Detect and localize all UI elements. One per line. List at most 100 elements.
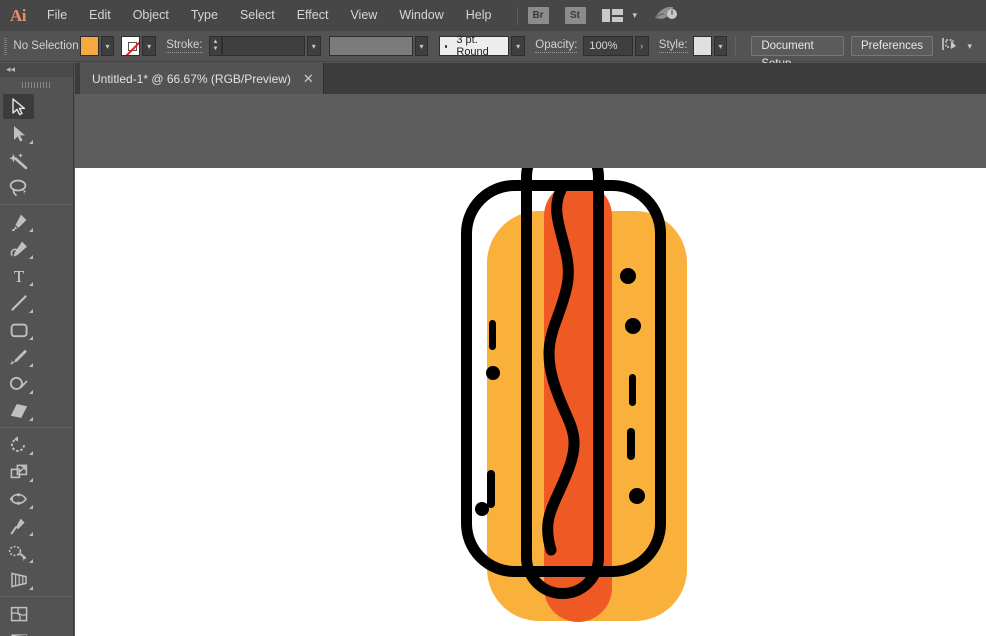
flyout-indicator xyxy=(29,586,33,590)
tools-grid: T xyxy=(0,93,73,636)
fill-swatch-dropdown[interactable]: ▾ xyxy=(101,36,115,56)
perspective-grid-tool[interactable] xyxy=(0,566,37,593)
menu-type[interactable]: Type xyxy=(180,0,229,31)
tools-panel-grip[interactable] xyxy=(0,77,73,93)
close-icon[interactable]: ✕ xyxy=(303,71,314,87)
flyout-indicator xyxy=(29,532,33,536)
stroke-color-swatch[interactable] xyxy=(121,36,140,56)
menu-view[interactable]: View xyxy=(339,0,388,31)
preferences-button[interactable]: Preferences xyxy=(851,36,933,56)
menu-divider xyxy=(517,7,518,25)
document-setup-button[interactable]: Document Setup xyxy=(751,36,844,56)
bun-dash xyxy=(629,374,636,406)
eraser-tool[interactable] xyxy=(0,397,37,424)
flyout-indicator xyxy=(29,140,33,144)
align-objects-icon[interactable] xyxy=(941,36,961,57)
shape-builder-tool[interactable] xyxy=(0,539,37,566)
brush-definition-box[interactable]: 3 pt. Round xyxy=(439,36,510,56)
mesh-tool[interactable] xyxy=(0,600,37,627)
menu-object[interactable]: Object xyxy=(122,0,180,31)
free-transform-tool[interactable] xyxy=(0,512,37,539)
control-divider xyxy=(735,36,736,56)
menu-window[interactable]: Window xyxy=(388,0,454,31)
flyout-indicator xyxy=(29,390,33,394)
workspace-switcher-icon[interactable] xyxy=(653,4,679,27)
align-dropdown-chevron[interactable]: ▾ xyxy=(967,41,972,52)
flyout-indicator xyxy=(29,505,33,509)
menu-bar: Ai File Edit Object Type Select Effect V… xyxy=(0,0,986,31)
line-segment-tool[interactable] xyxy=(0,289,37,316)
control-bar: No Selection ▾ ▾ Stroke: ▲▼ ▾ ▾ 3 pt. Ro… xyxy=(0,31,986,62)
control-bar-grip[interactable] xyxy=(4,38,7,55)
bridge-icon[interactable]: Br xyxy=(528,7,549,24)
chevron-down-icon[interactable]: ▾ xyxy=(633,10,638,21)
menu-file[interactable]: File xyxy=(36,0,78,31)
style-label: Style: xyxy=(659,39,688,53)
magic-wand-tool[interactable] xyxy=(0,147,37,174)
pen-tool[interactable] xyxy=(0,208,37,235)
brush-definition-label: 3 pt. Round xyxy=(456,34,508,58)
bun-seed xyxy=(625,318,641,334)
variable-width-profile-dropdown[interactable]: ▾ xyxy=(415,36,429,56)
bun-seed xyxy=(620,268,636,284)
gradient-tool[interactable] xyxy=(0,627,37,636)
scale-tool[interactable] xyxy=(0,458,37,485)
selection-status: No Selection xyxy=(13,40,79,52)
tool-divider xyxy=(0,204,73,205)
arrange-documents-icon[interactable] xyxy=(602,9,623,22)
flyout-indicator xyxy=(29,363,33,367)
tools-collapse-button[interactable]: ◂◂ xyxy=(0,63,73,77)
stroke-weight-dropdown[interactable]: ▾ xyxy=(307,36,321,56)
fill-color-swatch[interactable] xyxy=(80,36,99,56)
flyout-indicator xyxy=(29,228,33,232)
stroke-weight-label[interactable]: Stroke: xyxy=(166,39,202,53)
flyout-indicator xyxy=(29,417,33,421)
bun-seed xyxy=(486,366,500,380)
variable-width-profile-swatch[interactable] xyxy=(329,36,412,56)
selection-tool[interactable] xyxy=(0,93,37,120)
tool-divider xyxy=(0,596,73,597)
menu-help[interactable]: Help xyxy=(455,0,503,31)
direct-selection-tool[interactable] xyxy=(0,120,37,147)
graphic-style-dropdown[interactable]: ▾ xyxy=(714,36,728,56)
document-tab[interactable]: Untitled-1* @ 66.67% (RGB/Preview) ✕ xyxy=(80,63,324,94)
type-tool[interactable]: T xyxy=(0,262,37,289)
flyout-indicator xyxy=(29,451,33,455)
rectangle-tool[interactable] xyxy=(0,316,37,343)
artboard[interactable] xyxy=(75,168,986,636)
menu-effect[interactable]: Effect xyxy=(286,0,340,31)
rotate-tool[interactable] xyxy=(0,431,37,458)
menu-edit[interactable]: Edit xyxy=(78,0,122,31)
artwork-hot-dog[interactable] xyxy=(75,168,986,636)
bun-dash xyxy=(627,428,635,460)
bun-seed xyxy=(475,502,489,516)
document-tab-strip: Untitled-1* @ 66.67% (RGB/Preview) ✕ xyxy=(75,63,986,94)
bun-dash xyxy=(487,470,495,508)
paintbrush-tool[interactable] xyxy=(0,343,37,370)
opacity-options-arrow[interactable]: › xyxy=(635,36,649,56)
tools-panel: ◂◂ xyxy=(0,63,74,636)
width-tool[interactable] xyxy=(0,485,37,512)
bun-seed xyxy=(629,488,645,504)
stroke-weight-stepper[interactable]: ▲▼ xyxy=(209,36,221,56)
graphic-style-swatch[interactable] xyxy=(693,36,712,56)
app-logo: Ai xyxy=(0,6,36,26)
flyout-indicator xyxy=(29,559,33,563)
stroke-swatch-dropdown[interactable]: ▾ xyxy=(142,36,156,56)
document-tab-title: Untitled-1* @ 66.67% (RGB/Preview) xyxy=(92,72,291,86)
canvas-area[interactable] xyxy=(75,94,986,636)
tool-divider xyxy=(0,427,73,428)
shaper-tool[interactable] xyxy=(0,370,37,397)
stock-icon[interactable]: St xyxy=(565,7,586,24)
flyout-indicator xyxy=(29,336,33,340)
curvature-tool[interactable] xyxy=(0,235,37,262)
opacity-label[interactable]: Opacity: xyxy=(535,39,577,53)
flyout-indicator xyxy=(29,255,33,259)
bun-dash xyxy=(489,320,496,350)
illustrator-window: Ai File Edit Object Type Select Effect V… xyxy=(0,0,986,636)
stroke-weight-input[interactable] xyxy=(222,36,305,56)
opacity-input[interactable]: 100% xyxy=(583,36,632,56)
lasso-tool[interactable] xyxy=(0,174,37,201)
menu-select[interactable]: Select xyxy=(229,0,286,31)
brush-definition-dropdown[interactable]: ▾ xyxy=(511,36,525,56)
